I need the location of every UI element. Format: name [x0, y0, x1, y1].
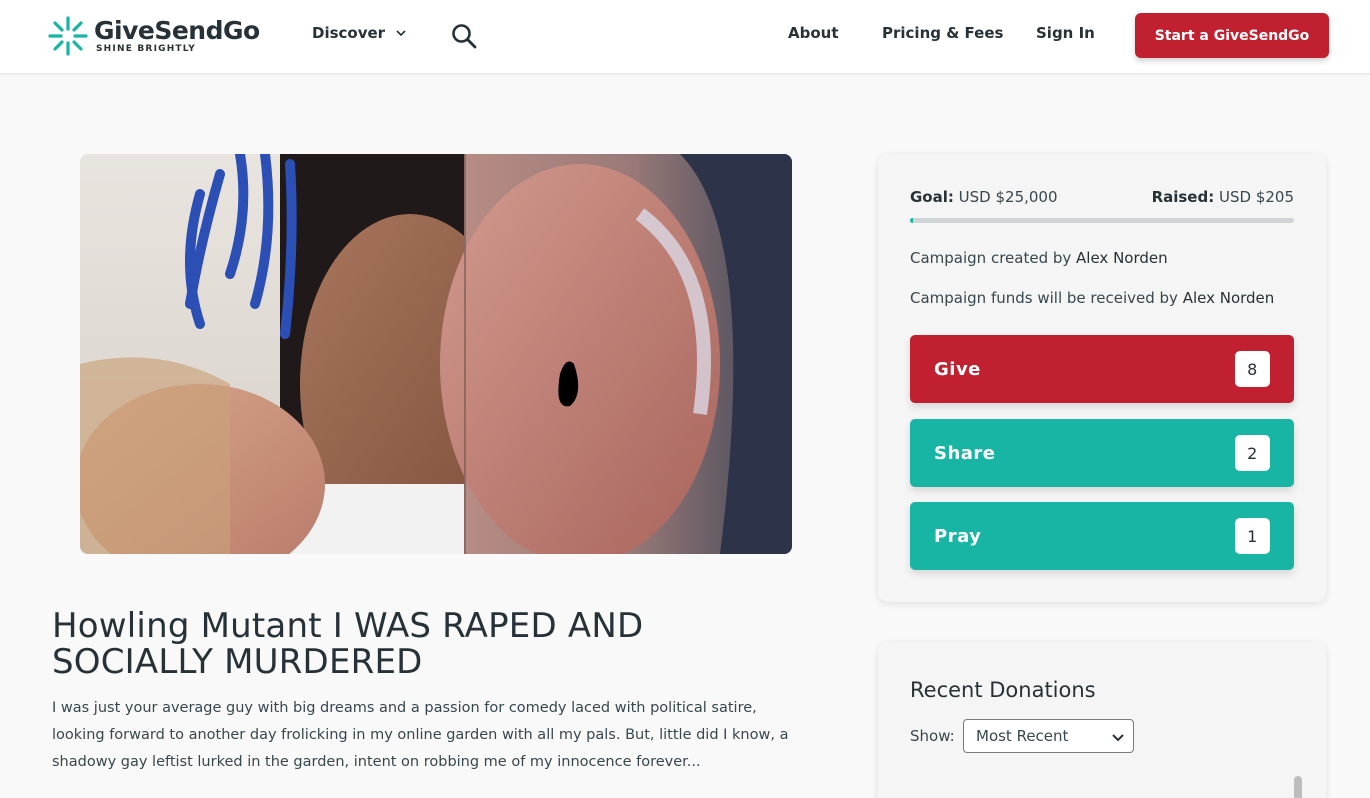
- site-header: GiveSendGo SHINE BRIGHTLY Discover About…: [0, 0, 1370, 74]
- nav-pricing-link[interactable]: Pricing & Fees: [882, 24, 1003, 42]
- give-button[interactable]: Give 8: [910, 335, 1294, 403]
- site-logo[interactable]: GiveSendGo SHINE BRIGHTLY: [48, 14, 260, 58]
- funds-recipient-line: Campaign funds will be received by Alex …: [910, 289, 1274, 307]
- search-icon[interactable]: [450, 22, 478, 50]
- raised-value: USD $205: [1219, 188, 1294, 206]
- campaign-creator-line: Campaign created by Alex Norden: [910, 249, 1168, 267]
- logo-tagline: SHINE BRIGHTLY: [96, 43, 197, 54]
- share-count-badge: 2: [1235, 435, 1270, 471]
- donations-sort-value: Most Recent: [976, 727, 1069, 745]
- recent-donations-card: Recent Donations Show: Most Recent: [878, 642, 1326, 798]
- give-button-label: Give: [934, 358, 981, 380]
- goal-value: USD $25,000: [958, 188, 1058, 206]
- logo-name: GiveSendGo: [94, 15, 260, 45]
- raised-text: Raised: USD $205: [1152, 188, 1294, 206]
- give-count-badge: 8: [1235, 351, 1270, 387]
- share-button[interactable]: Share 2: [910, 419, 1294, 487]
- created-by-text: Campaign created by: [910, 249, 1077, 267]
- donations-sort-select[interactable]: Most Recent: [963, 719, 1134, 753]
- share-button-label: Share: [934, 442, 996, 464]
- recipient-name: Alex Norden: [1182, 289, 1275, 307]
- donations-scrollbar[interactable]: [1294, 776, 1302, 798]
- show-filter-label: Show:: [910, 727, 955, 745]
- raised-label: Raised:: [1151, 188, 1215, 206]
- nav-discover-label: Discover: [312, 24, 386, 42]
- recent-donations-title: Recent Donations: [910, 678, 1096, 702]
- nav-about-link[interactable]: About: [788, 24, 839, 42]
- chevron-down-icon: [396, 30, 406, 37]
- goal-label: Goal:: [910, 188, 954, 206]
- campaign-summary-card: Goal: USD $25,000 Raised: USD $205 Campa…: [878, 154, 1326, 602]
- campaign-hero-image: [80, 154, 792, 554]
- starburst-logo-icon: [48, 16, 88, 56]
- pray-button-label: Pray: [934, 525, 982, 547]
- nav-signin-link[interactable]: Sign In: [1036, 24, 1095, 42]
- nav-discover-dropdown[interactable]: Discover: [312, 24, 407, 42]
- goal-text: Goal: USD $25,000: [910, 188, 1058, 206]
- funding-progress-bar: [910, 218, 1294, 223]
- chevron-down-icon: [1112, 734, 1124, 742]
- campaign-story-excerpt: I was just your average guy with big dre…: [52, 700, 789, 770]
- funding-progress-fill: [910, 218, 914, 223]
- pray-button[interactable]: Pray 1: [910, 502, 1294, 570]
- goal-raised-row: Goal: USD $25,000 Raised: USD $205: [910, 188, 1294, 206]
- funds-received-text: Campaign funds will be received by: [910, 289, 1183, 307]
- creator-name: Alex Norden: [1076, 249, 1168, 267]
- pray-count-badge: 1: [1235, 518, 1270, 554]
- campaign-title: Howling Mutant I WAS RAPED AND SOCIALLY …: [52, 606, 644, 682]
- start-campaign-button[interactable]: Start a GiveSendGo: [1135, 13, 1329, 58]
